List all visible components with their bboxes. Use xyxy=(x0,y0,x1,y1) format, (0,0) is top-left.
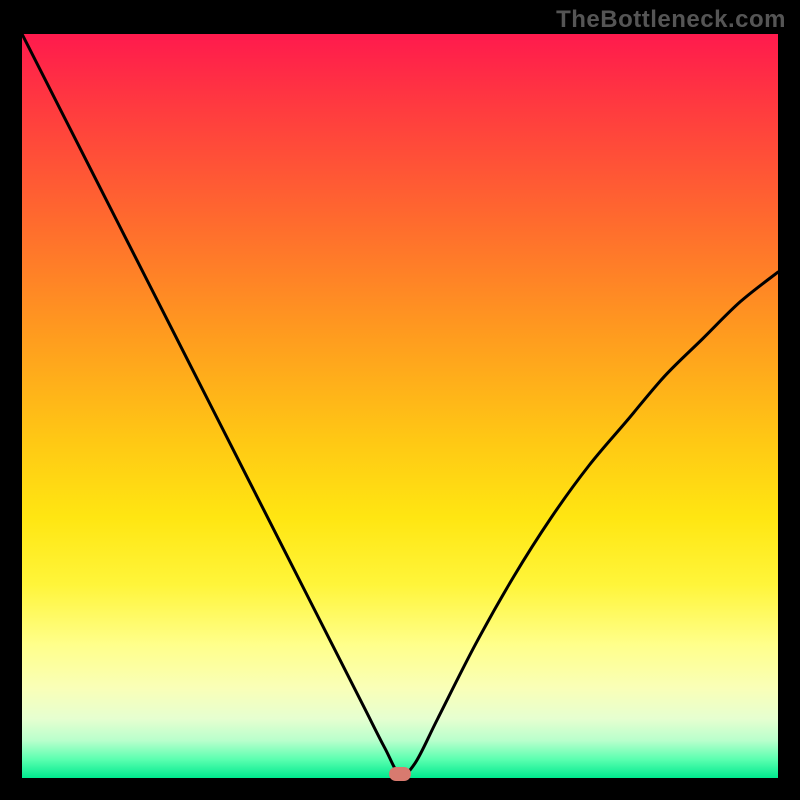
optimum-marker xyxy=(389,767,411,781)
watermark-text: TheBottleneck.com xyxy=(556,6,786,34)
chart-plot-area xyxy=(22,34,778,778)
chart-frame: TheBottleneck.com xyxy=(0,0,800,800)
bottleneck-curve xyxy=(22,34,778,778)
